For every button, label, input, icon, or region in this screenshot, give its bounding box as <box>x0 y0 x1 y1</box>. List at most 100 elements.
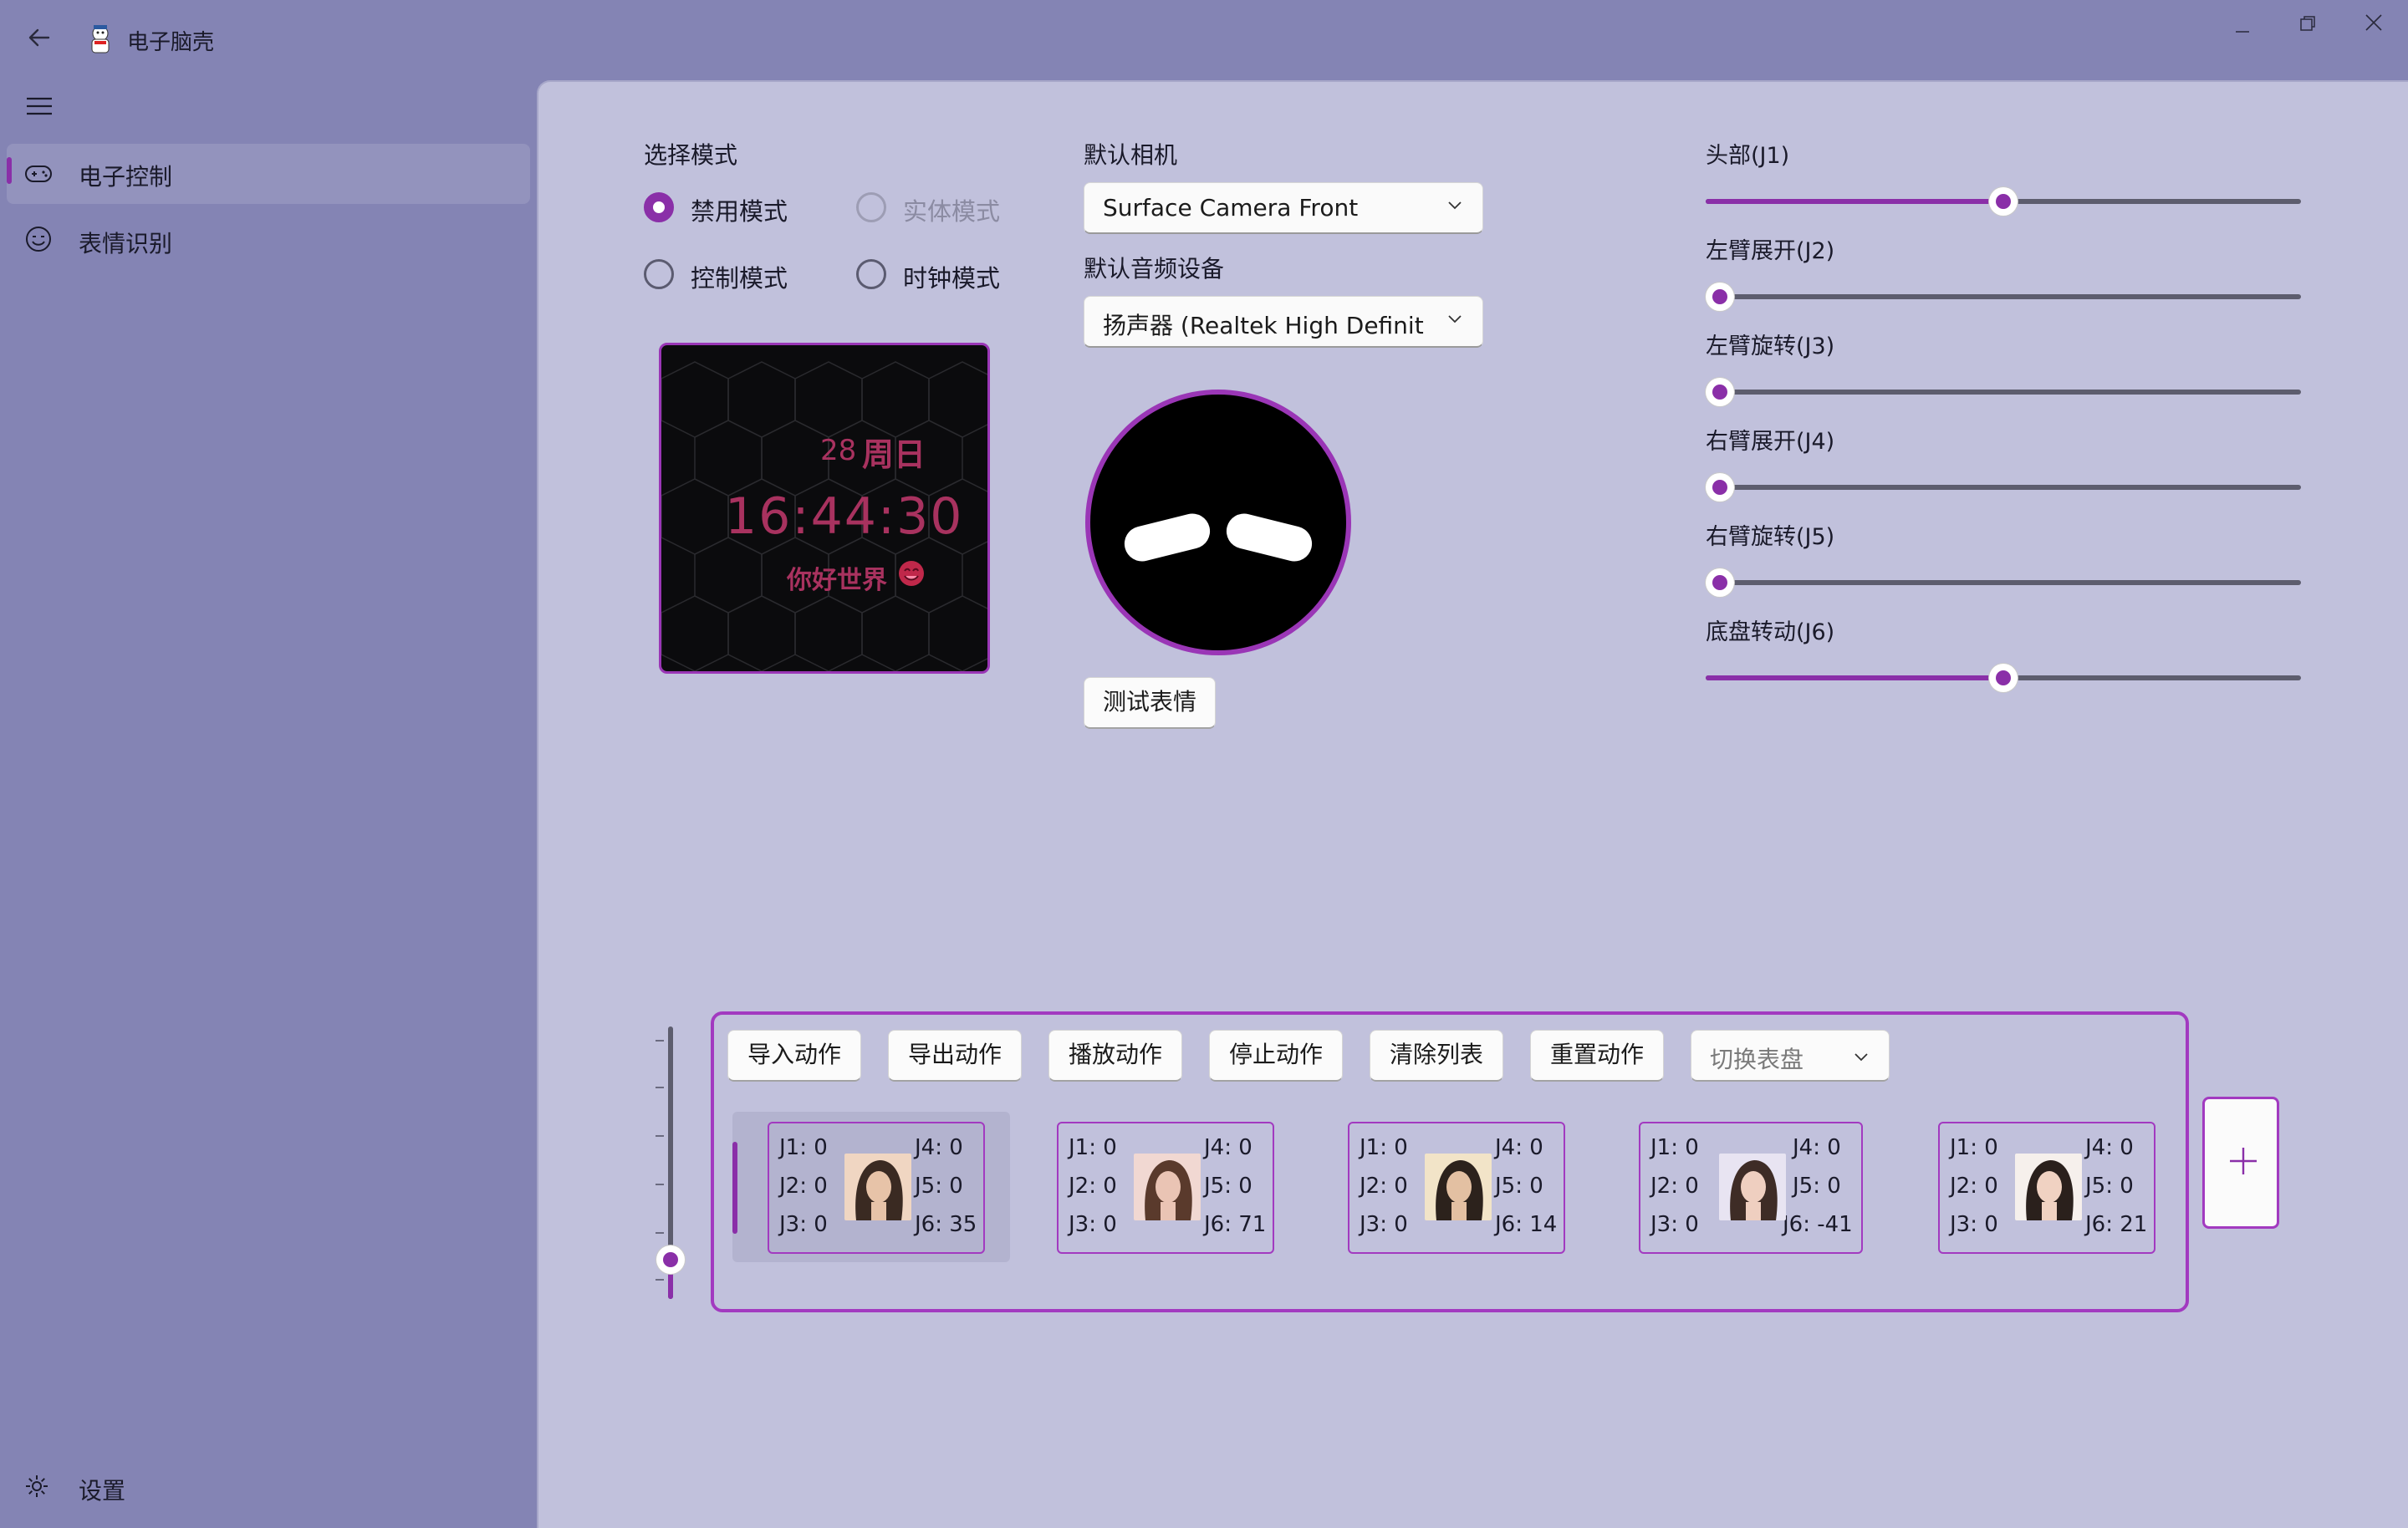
timeline-tick <box>656 1232 664 1234</box>
clear-list-button[interactable]: 清除列表 <box>1370 1030 1503 1082</box>
switch-dial-select[interactable]: 切换表盘 <box>1691 1030 1890 1082</box>
add-frame-button[interactable]: + <box>2202 1097 2279 1229</box>
stop-action-button[interactable]: 停止动作 <box>1209 1030 1343 1082</box>
joint-slider-label: 头部(J1) <box>1706 143 1790 169</box>
joint-slider-thumb[interactable] <box>1706 473 1734 502</box>
audio-select-value: 扬声器 (Realtek High Definition Audio) <box>1103 312 1424 339</box>
restore-icon[interactable] <box>2298 13 2318 37</box>
joint-slider-thumb[interactable] <box>1706 378 1734 406</box>
app-logo-icon <box>84 22 117 55</box>
joint-slider-track[interactable] <box>1706 390 2301 395</box>
close-icon[interactable] <box>2363 12 2385 37</box>
smile-emoji-icon <box>897 559 926 591</box>
frame-joint-value: J3: 0 <box>1650 1212 1699 1237</box>
radio-label: 实体模式 <box>903 197 1001 226</box>
radio-disabled-mode[interactable]: 禁用模式 <box>644 192 811 226</box>
joint-slider-thumb[interactable] <box>1706 283 1734 311</box>
audio-select[interactable]: 扬声器 (Realtek High Definition Audio) <box>1084 296 1483 348</box>
selected-frame-indicator <box>732 1142 737 1234</box>
sidebar-item-label: 电子控制 <box>79 163 173 191</box>
dial-day: 28 <box>820 434 857 467</box>
action-frame-card[interactable]: J1: 0 J2: 0 J3: 0 J4: 0 J5: 0 J6: 35 <box>768 1122 985 1254</box>
sidebar-item-label: 表情识别 <box>79 230 173 257</box>
timeline-tick <box>656 1135 664 1137</box>
frame-joint-value: J1: 0 <box>1069 1135 1117 1160</box>
timeline-tick <box>656 1184 664 1185</box>
right-eye <box>1222 510 1316 565</box>
joint-slider-label: 右臂旋转(J5) <box>1706 524 1835 550</box>
frame-joint-value: J3: 0 <box>1360 1212 1408 1237</box>
mode-section-label: 选择模式 <box>644 141 738 169</box>
joint-slider-track[interactable] <box>1706 485 2301 490</box>
action-frame-card[interactable]: J1: 0 J2: 0 J3: 0 J4: 0 J5: 0 J6: -41 <box>1639 1122 1863 1254</box>
joint-slider-track[interactable] <box>1706 580 2301 585</box>
frame-thumbnail-image <box>844 1154 911 1220</box>
frame-joint-value: J4: 0 <box>1495 1135 1543 1160</box>
radio-button[interactable] <box>856 259 886 289</box>
frame-joint-value: J6: -41 <box>1783 1212 1853 1237</box>
radio-button[interactable] <box>644 259 674 289</box>
frame-joint-value: J5: 0 <box>2085 1174 2134 1199</box>
radio-control-mode[interactable]: 控制模式 <box>644 259 811 293</box>
frame-thumbnail-image <box>1719 1154 1786 1220</box>
joint-slider-label: 左臂展开(J2) <box>1706 238 1835 264</box>
radio-label: 时钟模式 <box>903 264 1001 293</box>
joint-slider-label: 底盘转动(J6) <box>1706 619 1835 645</box>
frame-joint-value: J3: 0 <box>1950 1212 1998 1237</box>
audio-label: 默认音频设备 <box>1084 255 1225 283</box>
sidebar-item-expression-recognition[interactable]: 表情识别 <box>7 211 530 271</box>
frame-joint-value: J5: 0 <box>1204 1174 1252 1199</box>
chevron-down-icon <box>1446 308 1464 334</box>
gear-icon <box>23 1473 50 1503</box>
frame-joint-value: J6: 71 <box>1204 1212 1267 1237</box>
joint-slider-thumb[interactable] <box>1989 187 2018 216</box>
minimize-icon[interactable] <box>2232 22 2252 45</box>
sidebar-item-settings[interactable]: 设置 <box>7 1456 530 1516</box>
dial-greeting: 你好世界 <box>787 566 887 595</box>
play-action-button[interactable]: 播放动作 <box>1048 1030 1182 1082</box>
export-action-button[interactable]: 导出动作 <box>888 1030 1022 1082</box>
sidebar-active-indicator <box>7 157 12 184</box>
radio-button[interactable] <box>644 192 674 222</box>
joint-slider-track[interactable] <box>1706 294 2301 299</box>
frame-joint-value: J5: 0 <box>1495 1174 1543 1199</box>
joint-slider-label: 右臂展开(J4) <box>1706 429 1835 455</box>
timeline-tick <box>656 1087 664 1088</box>
frame-joint-value: J3: 0 <box>1069 1212 1117 1237</box>
dial-time: 16:44:30 <box>725 487 964 546</box>
timeline-slider-thumb[interactable] <box>656 1245 685 1274</box>
camera-select[interactable]: Surface Camera Front <box>1084 182 1483 234</box>
radio-physical-mode: 实体模式 <box>856 192 1023 226</box>
hamburger-menu-icon[interactable] <box>25 94 54 122</box>
chevron-down-icon <box>1446 195 1464 220</box>
sidebar-item-electronic-control[interactable]: 电子控制 <box>7 144 530 204</box>
action-frame-card[interactable]: J1: 0 J2: 0 J3: 0 J4: 0 J5: 0 J6: 21 <box>1938 1122 2155 1254</box>
import-action-button[interactable]: 导入动作 <box>727 1030 861 1082</box>
frame-joint-value: J3: 0 <box>779 1212 828 1237</box>
frame-joint-value: J2: 0 <box>1950 1174 1998 1199</box>
frame-joint-value: J1: 0 <box>1360 1135 1408 1160</box>
test-expression-button[interactable]: 测试表情 <box>1084 677 1216 729</box>
frame-joint-value: J6: 14 <box>1495 1212 1558 1237</box>
joint-slider-thumb[interactable] <box>1989 664 2018 692</box>
frame-joint-value: J5: 0 <box>915 1174 963 1199</box>
reset-action-button[interactable]: 重置动作 <box>1530 1030 1664 1082</box>
title-bar: 电子脑壳 <box>0 0 2408 80</box>
radio-clock-mode[interactable]: 时钟模式 <box>856 259 1023 293</box>
joint-slider-label: 左臂旋转(J3) <box>1706 334 1835 359</box>
gamepad-icon <box>23 159 54 192</box>
frame-joint-value: J4: 0 <box>915 1135 963 1160</box>
frame-joint-value: J5: 0 <box>1793 1174 1841 1199</box>
joint-slider-thumb[interactable] <box>1706 568 1734 597</box>
frame-joint-value: J4: 0 <box>1204 1135 1252 1160</box>
frame-joint-value: J4: 0 <box>2085 1135 2134 1160</box>
action-frame-card[interactable]: J1: 0 J2: 0 J3: 0 J4: 0 J5: 0 J6: 71 <box>1057 1122 1274 1254</box>
plus-icon <box>2227 1144 2260 1181</box>
switch-dial-placeholder: 切换表盘 <box>1710 1046 1804 1073</box>
expression-face-preview <box>1085 390 1351 655</box>
action-frame-card[interactable]: J1: 0 J2: 0 J3: 0 J4: 0 J5: 0 J6: 14 <box>1348 1122 1565 1254</box>
back-arrow-icon[interactable] <box>27 25 52 55</box>
radio-label: 控制模式 <box>691 264 788 293</box>
dial-preview: 28 周日 16:44:30 你好世界 <box>659 343 990 674</box>
timeline-tick <box>656 1279 664 1281</box>
